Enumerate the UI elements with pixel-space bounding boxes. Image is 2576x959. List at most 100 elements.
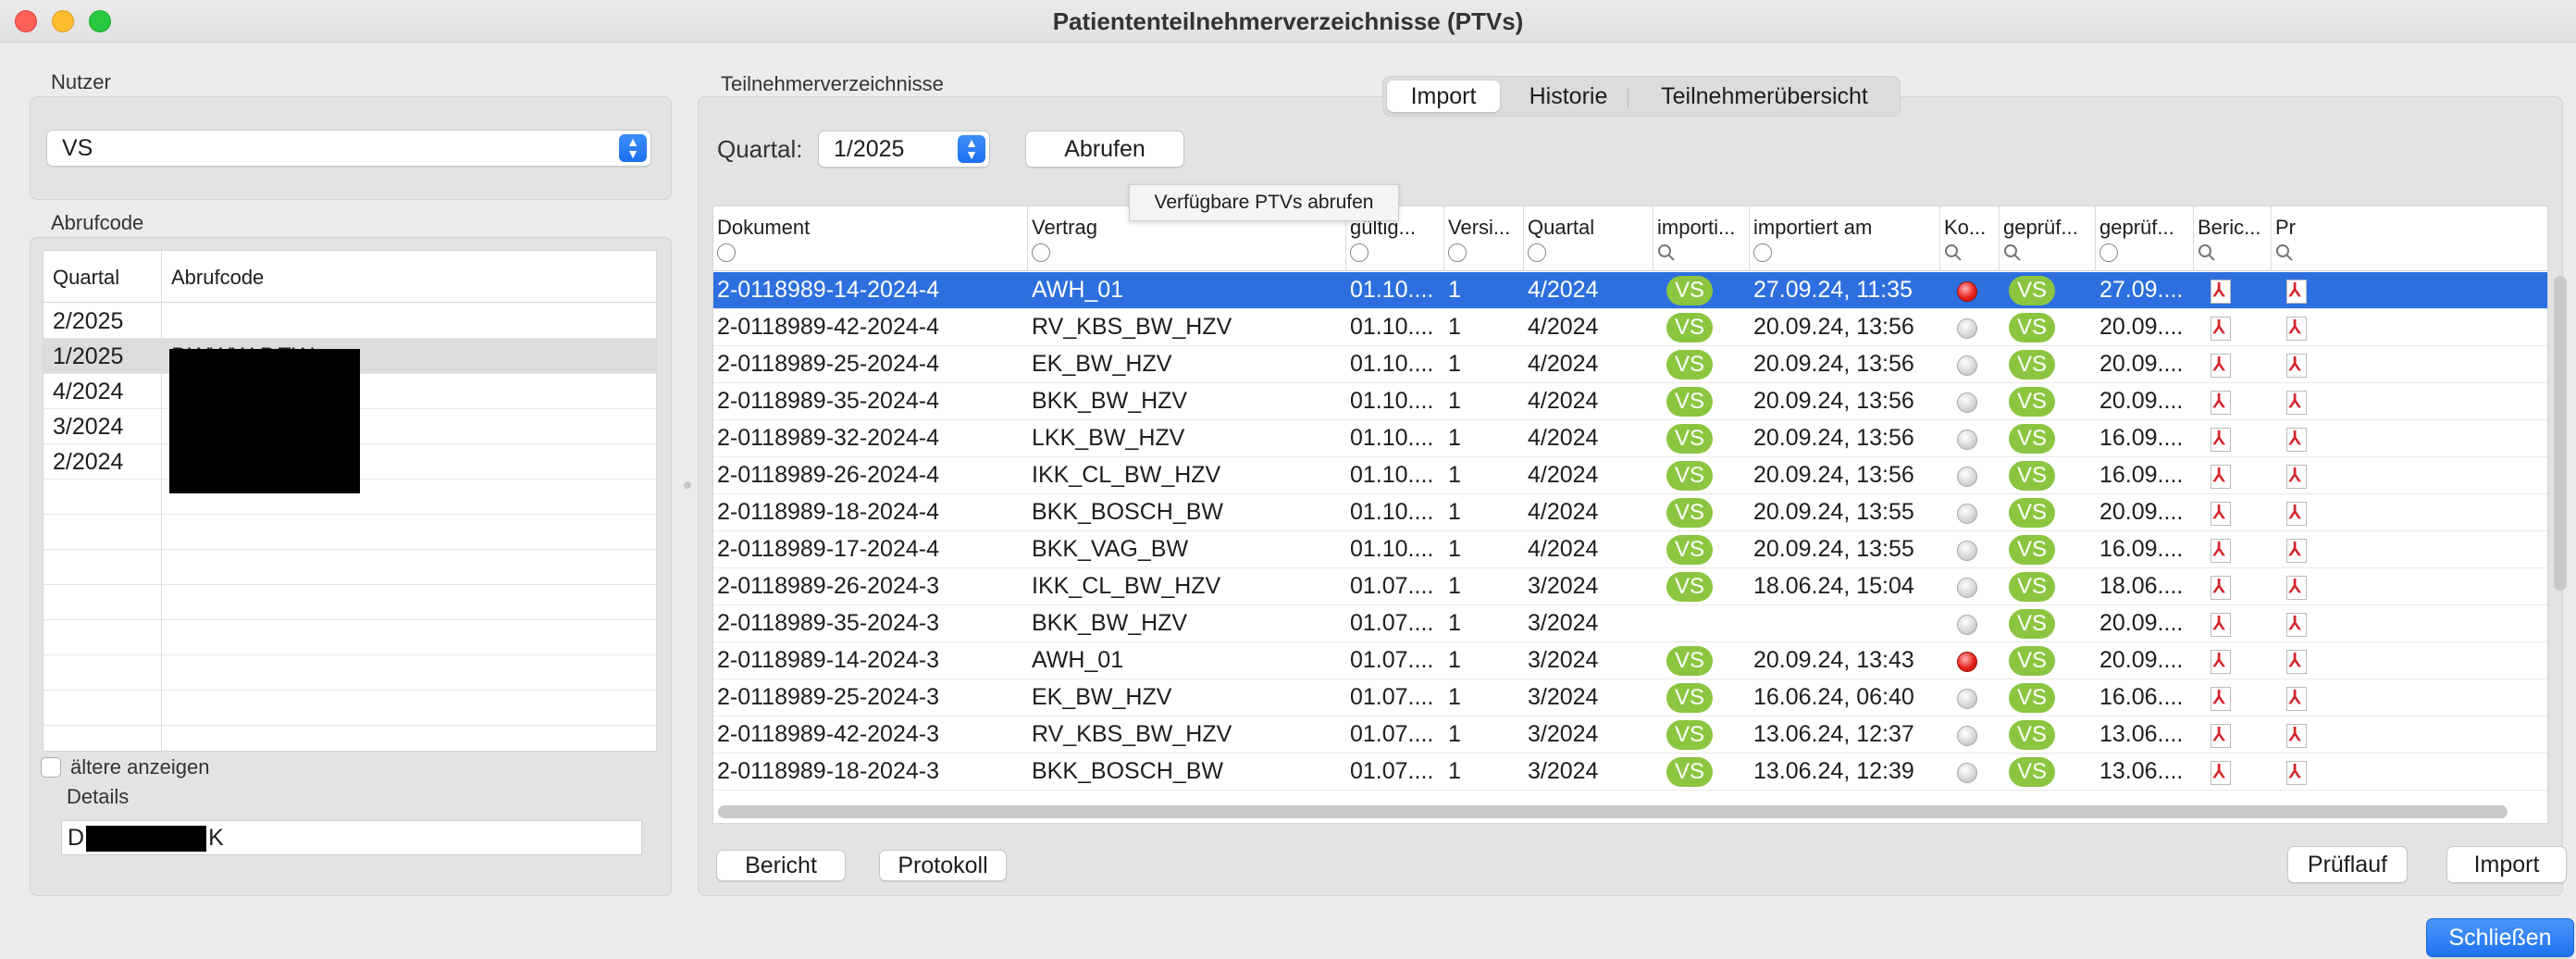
table-row [43, 585, 656, 620]
search-filter-icon[interactable] [2198, 243, 2216, 262]
quartal-cell: 3/2024 [1528, 610, 1599, 636]
column-header-quartal[interactable]: Quartal [53, 266, 119, 290]
column-header-importiert-am[interactable]: importiert am [1750, 206, 1940, 271]
nutzer-select[interactable]: VS ▲ ▼ [46, 130, 651, 167]
dokument-cell: 2-0118989-42-2024-4 [717, 314, 940, 340]
protokoll-button[interactable]: Protokoll [879, 850, 1007, 881]
pdf-report-icon[interactable] [2211, 612, 2231, 637]
table-row[interactable]: 2-0118989-26-2024-4 IKK_CL_BW_HZV 01.10...… [713, 457, 2547, 494]
dokument-cell: 2-0118989-35-2024-3 [717, 610, 940, 636]
table-row[interactable]: 2-0118989-35-2024-3 BKK_BW_HZV 01.07.... 1 3… [713, 605, 2547, 642]
pdf-protocol-icon[interactable] [2286, 390, 2307, 415]
pdf-protocol-icon[interactable] [2286, 760, 2307, 785]
import-button[interactable]: Import [2446, 846, 2567, 883]
pdf-protocol-icon[interactable] [2286, 686, 2307, 711]
column-header-version[interactable]: Versi... [1444, 206, 1524, 271]
search-filter-icon[interactable] [1944, 243, 1963, 262]
column-header-bericht[interactable]: Beric... [2194, 206, 2272, 271]
search-filter-icon[interactable] [2003, 243, 2022, 262]
search-filter-icon[interactable] [2275, 243, 2294, 262]
pdf-report-icon[interactable] [2211, 390, 2231, 415]
filter-radio-icon[interactable] [1528, 243, 1546, 262]
filter-radio-icon[interactable] [1350, 243, 1368, 262]
pdf-report-icon[interactable] [2211, 464, 2231, 489]
pdf-protocol-icon[interactable] [2286, 723, 2307, 748]
pdf-report-icon[interactable] [2211, 723, 2231, 748]
filter-radio-icon[interactable] [1032, 243, 1050, 262]
table-row[interactable]: 2-0118989-42-2024-3 RV_KBS_BW_HZV 01.07...… [713, 716, 2547, 754]
filter-radio-icon[interactable] [717, 243, 736, 262]
column-header-abrufcode[interactable]: Abrufcode [171, 266, 264, 290]
pdf-report-icon[interactable] [2211, 316, 2231, 341]
pdf-protocol-icon[interactable] [2286, 353, 2307, 378]
tab-historie[interactable]: Historie [1511, 81, 1626, 112]
pdf-protocol-icon[interactable] [2286, 279, 2307, 304]
filter-radio-icon[interactable] [1448, 243, 1467, 262]
redaction-box [169, 349, 360, 493]
quartal-select[interactable]: 1/2025 ▲ ▼ [818, 131, 990, 168]
splitter-handle[interactable] [684, 481, 691, 489]
pdf-report-icon[interactable] [2211, 279, 2231, 304]
table-row[interactable]: 2-0118989-18-2024-3 BKK_BOSCH_BW 01.07....… [713, 754, 2547, 791]
filter-radio-icon[interactable] [1753, 243, 1772, 262]
horizontal-scrollbar[interactable] [718, 805, 2508, 818]
table-row[interactable]: 2-0118989-42-2024-4 RV_KBS_BW_HZV 01.10...… [713, 309, 2547, 346]
table-row[interactable]: 2/2025 [43, 304, 656, 339]
tab-import[interactable]: Import [1387, 81, 1500, 112]
table-row[interactable]: 2-0118989-18-2024-4 BKK_BOSCH_BW 01.10....… [713, 494, 2547, 531]
abrufen-button[interactable]: Abrufen [1025, 131, 1184, 168]
column-header-geprueft-am[interactable]: geprüf... [2096, 206, 2194, 271]
quartal-label: Quartal: [717, 135, 803, 163]
filter-radio-icon[interactable] [2099, 243, 2118, 262]
tab-teilnehmeruebersicht[interactable]: Teilnehmerübersicht [1635, 81, 1894, 112]
vertrag-cell: BKK_BW_HZV [1032, 610, 1188, 636]
prueflauf-button[interactable]: Prüflauf [2287, 846, 2408, 883]
pdf-protocol-icon[interactable] [2286, 649, 2307, 674]
pdf-report-icon[interactable] [2211, 686, 2231, 711]
vertrag-cell: BKK_BOSCH_BW [1032, 758, 1224, 784]
pdf-report-icon[interactable] [2211, 353, 2231, 378]
pdf-protocol-icon[interactable] [2286, 316, 2307, 341]
pdf-report-icon[interactable] [2211, 575, 2231, 600]
abrufcode-table: Quartal Abrufcode 2/2025 1/2025DWWW DEW … [43, 250, 657, 752]
table-row[interactable]: 2-0118989-25-2024-3 EK_BW_HZV 01.07.... 1 3/… [713, 679, 2547, 716]
column-header-importiert[interactable]: importi... [1653, 206, 1750, 271]
table-row[interactable]: 2-0118989-25-2024-4 EK_BW_HZV 01.10.... 1 4/… [713, 346, 2547, 383]
status-led-icon [1957, 392, 1977, 413]
table-row[interactable]: 2-0118989-32-2024-4 LKK_BW_HZV 01.10.... 1 4… [713, 420, 2547, 457]
vertical-scrollbar[interactable] [2554, 276, 2567, 591]
column-header-quartal[interactable]: Quartal [1524, 206, 1653, 271]
pdf-protocol-icon[interactable] [2286, 575, 2307, 600]
pdf-report-icon[interactable] [2211, 427, 2231, 452]
pdf-protocol-icon[interactable] [2286, 612, 2307, 637]
close-button[interactable]: Schließen [2426, 918, 2574, 957]
bericht-button[interactable]: Bericht [716, 850, 846, 881]
dokument-cell: 2-0118989-18-2024-4 [717, 499, 940, 525]
column-header-protokoll[interactable]: Pr [2272, 206, 2547, 271]
pdf-protocol-icon[interactable] [2286, 501, 2307, 526]
pdf-protocol-icon[interactable] [2286, 427, 2307, 452]
geprueft-badge: VS [2009, 609, 2055, 639]
pdf-report-icon[interactable] [2211, 501, 2231, 526]
pdf-report-icon[interactable] [2211, 538, 2231, 563]
table-row[interactable]: 2-0118989-14-2024-4 AWH_01 01.10.... 1 4/202… [713, 272, 2547, 309]
vertrag-cell: AWH_01 [1032, 277, 1124, 303]
details-field[interactable]: DK [61, 820, 642, 855]
pdf-protocol-icon[interactable] [2286, 464, 2307, 489]
pdf-protocol-icon[interactable] [2286, 538, 2307, 563]
column-header-geprueft[interactable]: geprüf... [2000, 206, 2096, 271]
table-row[interactable]: 2-0118989-17-2024-4 BKK_VAG_BW 01.10.... 1 4… [713, 531, 2547, 568]
status-led-icon [1957, 689, 1977, 709]
table-row[interactable]: 2-0118989-26-2024-3 IKK_CL_BW_HZV 01.07...… [713, 568, 2547, 605]
pdf-report-icon[interactable] [2211, 760, 2231, 785]
column-header-ko[interactable]: Ko... [1940, 206, 2000, 271]
table-row[interactable]: 2-0118989-14-2024-3 AWH_01 01.07.... 1 3/202… [713, 642, 2547, 679]
older-checkbox[interactable] [41, 757, 61, 778]
table-row[interactable]: 2-0118989-35-2024-4 BKK_BW_HZV 01.10.... 1 4… [713, 383, 2547, 420]
importiert-am-cell: 27.09.24, 11:35 [1753, 277, 1913, 303]
pdf-report-icon[interactable] [2211, 649, 2231, 674]
search-filter-icon[interactable] [1657, 243, 1676, 262]
abrufcode-label: Abrufcode [51, 211, 144, 234]
geprueft-badge: VS [2009, 387, 2055, 417]
column-header-dokument[interactable]: Dokument [713, 206, 1028, 271]
